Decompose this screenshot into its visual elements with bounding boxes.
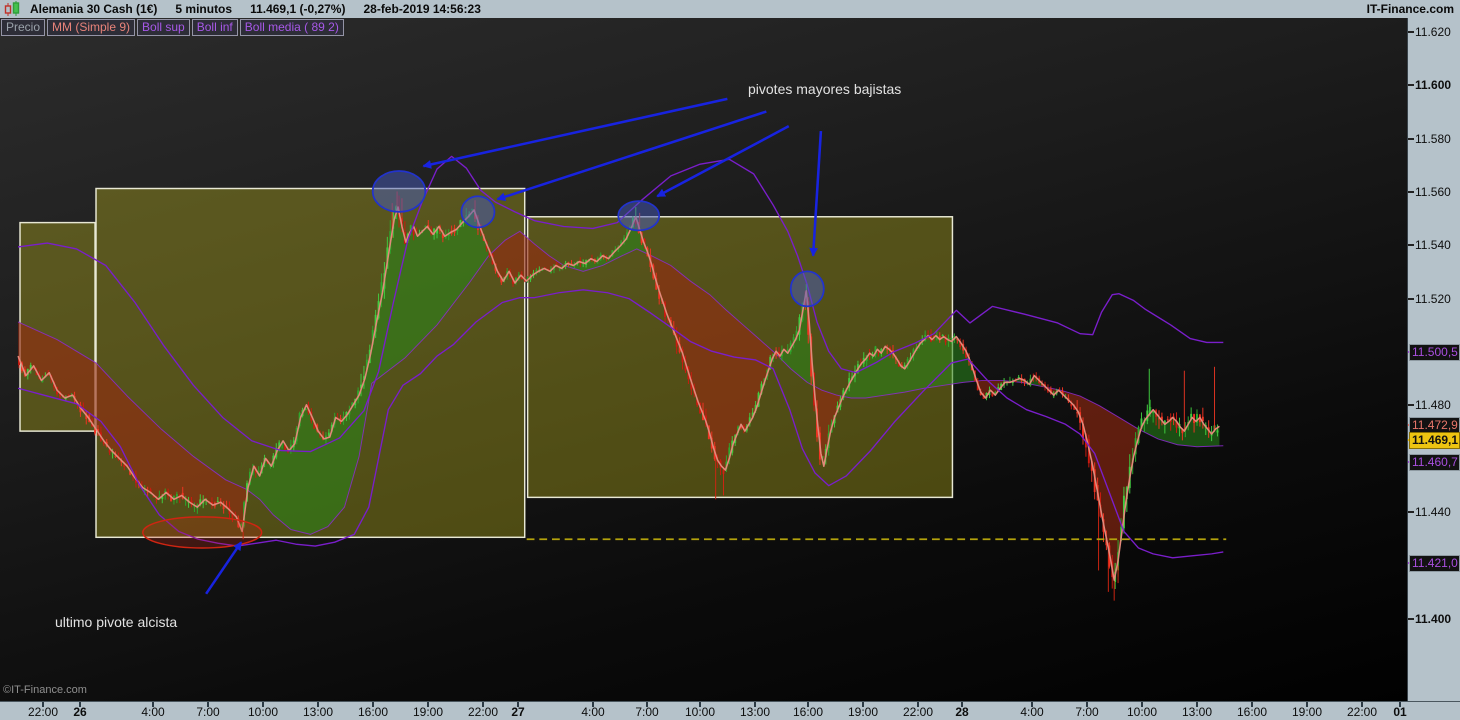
price-tick <box>1408 84 1414 86</box>
pivot-ellipse[interactable] <box>617 200 661 232</box>
price-tick <box>1408 244 1414 246</box>
price-tick <box>1408 404 1414 406</box>
time-axis-label: 4:00 <box>1020 705 1044 719</box>
legend-chip-precio[interactable]: Precio <box>1 19 46 36</box>
last-price-change: 11.469,1 (-0,27%) <box>250 2 346 16</box>
datetime-label: 28-feb-2019 14:56:23 <box>363 2 481 16</box>
pivot-ellipse[interactable] <box>789 270 825 308</box>
brand-label: IT-Finance.com <box>1366 2 1454 16</box>
pivot-ellipse[interactable] <box>460 195 496 229</box>
price-axis-label: 11.520 <box>1415 292 1451 306</box>
price-axis[interactable]: 11.620 11.600 11.580 11.560 11.540 11.520 11.5… <box>1407 18 1460 701</box>
indicator-legend: Precio MM (Simple 9) Boll sup Boll inf Boll … <box>1 19 344 36</box>
time-axis-label: 22:00 <box>1346 705 1378 719</box>
trading-platform-window: Alemania 30 Cash (1€) 5 minutos 11.469,1… <box>0 0 1460 720</box>
price-axis-label: 11.540 <box>1415 238 1451 252</box>
time-axis-label: 13:00 <box>1181 705 1213 719</box>
price-badge: 11.500,5 <box>1409 344 1460 361</box>
annotation-arrow[interactable] <box>656 125 790 198</box>
time-axis-label: 16:00 <box>357 705 389 719</box>
price-axis-label: 11.580 <box>1415 132 1451 146</box>
price-axis-label: 11.560 <box>1415 185 1451 199</box>
price-badge: 11.460,7 <box>1409 454 1460 471</box>
annotation-text[interactable]: ultimo pivote alcista <box>55 614 177 630</box>
price-tick <box>1408 138 1414 140</box>
time-axis-label: 10:00 <box>247 705 279 719</box>
annotation-arrow[interactable] <box>422 97 728 169</box>
price-badge: 11.469,1 <box>1409 432 1460 449</box>
price-axis-label: 11.440 <box>1415 505 1451 519</box>
time-axis-label: 4:00 <box>141 705 165 719</box>
price-tick <box>1408 191 1414 193</box>
annotation-arrow[interactable] <box>496 110 767 201</box>
time-axis-label: 13:00 <box>302 705 334 719</box>
price-badge: 11.421,0 <box>1409 555 1460 572</box>
time-axis-label: 16:00 <box>792 705 824 719</box>
legend-chip-boll-sup[interactable]: Boll sup <box>137 19 190 36</box>
time-axis-label: 26 <box>73 705 87 719</box>
time-axis-label: 13:00 <box>739 705 771 719</box>
candlestick-icon <box>4 1 22 17</box>
price-axis-label: 11.620 <box>1415 25 1451 39</box>
watermark: ©IT-Finance.com <box>3 684 87 696</box>
title-bar: Alemania 30 Cash (1€) 5 minutos 11.469,1… <box>0 0 1460 19</box>
time-axis-label: 10:00 <box>684 705 716 719</box>
time-axis-label: 16:00 <box>1236 705 1268 719</box>
legend-chip-boll-media-89-2[interactable]: Boll media ( 89 2) <box>239 19 344 36</box>
time-axis-label: 4:00 <box>581 705 605 719</box>
instrument-name: Alemania 30 Cash (1€) <box>30 2 158 16</box>
annotation-text[interactable]: pivotes mayores bajistas <box>748 81 901 97</box>
annotation-arrow[interactable] <box>205 541 243 595</box>
chart-svg[interactable] <box>0 18 1407 701</box>
timeframe-label: 5 minutos <box>175 2 233 16</box>
alcista-ellipse[interactable] <box>142 516 263 549</box>
price-tick <box>1408 298 1414 300</box>
price-axis-label: 11.600 <box>1415 78 1452 92</box>
chart-canvas[interactable]: Precio MM (Simple 9) Boll sup Boll inf Boll … <box>0 18 1407 701</box>
price-axis-label: 11.400 <box>1415 612 1452 626</box>
time-axis-label: 22:00 <box>27 705 59 719</box>
price-axis-label: 11.480 <box>1415 398 1451 412</box>
time-axis-label: 19:00 <box>412 705 444 719</box>
time-axis-label: 22:00 <box>902 705 934 719</box>
legend-chip-boll-inf[interactable]: Boll inf <box>191 19 238 36</box>
price-tick <box>1408 511 1414 513</box>
time-axis-label: 22:00 <box>467 705 499 719</box>
time-axis-label: 19:00 <box>1291 705 1323 719</box>
time-axis[interactable]: 22:00 26 4:00 7:00 10:00 13:00 16:00 19:00 22:00… <box>0 701 1460 720</box>
price-tick <box>1408 31 1414 33</box>
pivot-ellipse[interactable] <box>371 170 427 213</box>
time-axis-label: 10:00 <box>1126 705 1158 719</box>
time-axis-label: 7:00 <box>635 705 659 719</box>
time-axis-label: 28 <box>955 705 969 719</box>
time-axis-label: 27 <box>511 705 525 719</box>
legend-chip-mm-simple-9[interactable]: MM (Simple 9) <box>47 19 136 36</box>
time-axis-label: 19:00 <box>847 705 879 719</box>
time-axis-label: 7:00 <box>196 705 220 719</box>
time-axis-label: 7:00 <box>1075 705 1099 719</box>
time-axis-label: 01 <box>1393 705 1407 719</box>
price-tick <box>1408 618 1414 620</box>
